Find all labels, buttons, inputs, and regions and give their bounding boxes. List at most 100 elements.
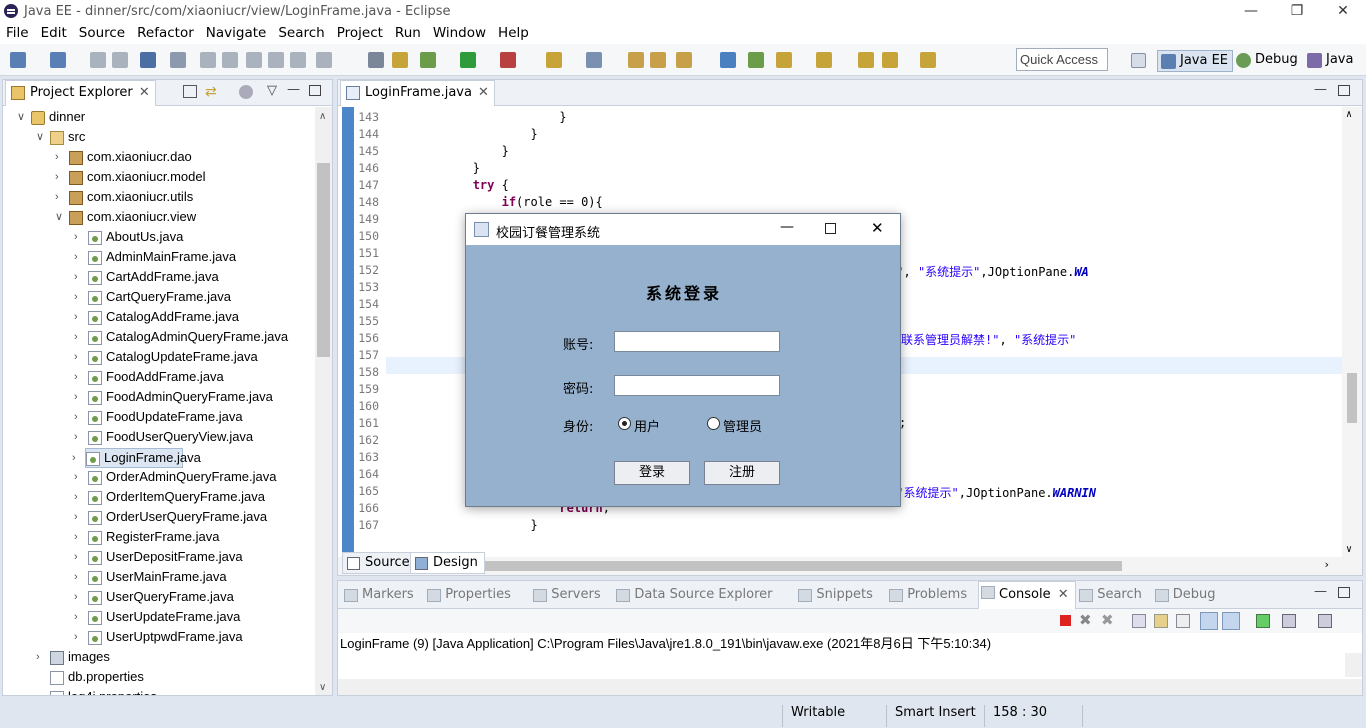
password-input[interactable] (614, 375, 780, 396)
tree-expand-icon[interactable]: › (74, 288, 78, 306)
editor-scroll-down-icon[interactable]: ∨ (1346, 544, 1352, 555)
maximize-console-icon[interactable] (1338, 587, 1350, 598)
maximize-editor-icon[interactable] (1338, 85, 1350, 96)
editor-hscrollbar[interactable]: ‹ › (338, 557, 1362, 575)
tree-expand-icon[interactable]: › (74, 508, 78, 526)
tree-expand-icon[interactable]: › (55, 148, 59, 166)
tree-expand-icon[interactable]: › (55, 188, 59, 206)
tree-expand-icon[interactable]: › (36, 648, 40, 666)
tree-scrollbar[interactable]: ∧ ∨ (315, 107, 332, 695)
collapse-all-icon[interactable] (183, 85, 197, 98)
toolbar-button-icon[interactable] (200, 52, 216, 68)
perspective-debug[interactable]: Debug (1233, 50, 1302, 72)
console-vscrollbar[interactable] (1345, 653, 1362, 677)
login-button[interactable]: 登录 (614, 461, 690, 485)
close-editor-tab-icon[interactable]: ✕ (478, 81, 489, 105)
terminate-icon[interactable] (1060, 615, 1071, 626)
remove-all-launches-icon[interactable]: ✖ (1101, 611, 1114, 629)
editor-scroll-thumb[interactable] (1347, 373, 1357, 423)
tree-expand-icon[interactable]: › (74, 268, 78, 286)
toolbar-button-icon[interactable] (776, 52, 792, 68)
toolbar-button-icon[interactable] (676, 52, 692, 68)
tree-expand-icon[interactable]: › (74, 348, 78, 366)
toolbar-button-icon[interactable] (392, 52, 408, 68)
menu-search[interactable]: Search (272, 24, 330, 42)
tree-expand-icon[interactable]: › (74, 428, 78, 446)
toolbar-button-icon[interactable] (882, 52, 898, 68)
toolbar-button-icon[interactable] (546, 52, 562, 68)
tree-expand-icon[interactable]: ∨ (36, 128, 44, 146)
toolbar-button-icon[interactable] (748, 52, 764, 68)
tree-expand-icon[interactable]: › (74, 528, 78, 546)
register-button[interactable]: 注册 (704, 461, 780, 485)
tab-source[interactable]: Source (342, 552, 417, 574)
display-console-icon[interactable] (1282, 614, 1296, 628)
toolbar-button-icon[interactable] (246, 52, 262, 68)
scroll-up-icon[interactable]: ∧ (319, 111, 326, 122)
role-user-radio[interactable] (618, 417, 631, 430)
tree-expand-icon[interactable]: › (74, 608, 78, 626)
toolbar-button-icon[interactable] (50, 52, 66, 68)
filters-icon[interactable] (239, 85, 253, 99)
toolbar-button-icon[interactable] (112, 52, 128, 68)
tree-expand-icon[interactable]: › (74, 468, 78, 486)
tree-expand-icon[interactable]: › (74, 388, 78, 406)
remove-launch-icon[interactable]: ✖ (1079, 611, 1092, 629)
tree-expand-icon[interactable]: › (74, 568, 78, 586)
menu-file[interactable]: File (0, 24, 35, 42)
menu-refactor[interactable]: Refactor (131, 24, 200, 42)
menu-run[interactable]: Run (389, 24, 427, 42)
tree-expand-icon[interactable]: › (74, 228, 78, 246)
toolbar-button-icon[interactable] (500, 52, 516, 68)
tree-expand-icon[interactable]: › (72, 449, 76, 467)
tab-servers[interactable]: Servers (531, 585, 601, 607)
minimize-view-icon[interactable]: — (287, 82, 300, 97)
show-stdout-icon[interactable] (1200, 612, 1218, 630)
tree-expand-icon[interactable]: › (74, 628, 78, 646)
tree-expand-icon[interactable]: › (55, 168, 59, 186)
tab-markers[interactable]: Markers (342, 585, 414, 607)
tree-expand-icon[interactable]: › (74, 308, 78, 326)
tree-expand-icon[interactable]: › (74, 328, 78, 346)
toolbar-button-icon[interactable] (816, 52, 832, 68)
menu-source[interactable]: Source (73, 24, 131, 42)
toolbar-button-icon[interactable] (140, 52, 156, 68)
toolbar-button-icon[interactable] (290, 52, 306, 68)
link-with-editor-icon[interactable]: ⇄ (205, 84, 221, 100)
tab-loginframe-java[interactable]: LoginFrame.java ✕ (340, 80, 495, 106)
toolbar-button-icon[interactable] (858, 52, 874, 68)
tab-data-source-explorer[interactable]: Data Source Explorer (614, 585, 772, 607)
clear-console-icon[interactable] (1132, 614, 1146, 628)
minimize-console-icon[interactable]: — (1314, 584, 1327, 599)
toolbar-button-icon[interactable] (720, 52, 736, 68)
restore-button[interactable]: ❐ (1274, 0, 1320, 24)
editor-hscroll-thumb[interactable] (406, 561, 1122, 571)
minimize-editor-icon[interactable]: — (1314, 82, 1327, 97)
editor-scroll-right-icon[interactable]: › (1323, 558, 1330, 571)
editor-scroll-up-icon[interactable]: ∧ (1346, 109, 1352, 120)
dialog-close-button[interactable]: ✕ (871, 219, 884, 237)
tree-expand-icon[interactable]: ∨ (17, 108, 25, 126)
tab-problems[interactable]: Problems (887, 585, 967, 607)
show-stderr-icon[interactable] (1222, 612, 1240, 630)
tree-item[interactable]: › LoginFrame.java (72, 448, 201, 468)
tree-expand-icon[interactable]: › (74, 248, 78, 266)
tab-snippets[interactable]: Snippets (796, 585, 873, 607)
pin-console-icon[interactable] (1256, 614, 1270, 628)
word-wrap-icon[interactable] (1176, 614, 1190, 628)
toolbar-button-icon[interactable] (586, 52, 602, 68)
toolbar-button-icon[interactable] (368, 52, 384, 68)
account-input[interactable] (614, 331, 780, 352)
tab-design[interactable]: Design (410, 552, 485, 574)
tree-expand-icon[interactable]: › (74, 408, 78, 426)
menu-edit[interactable]: Edit (35, 24, 73, 42)
open-perspective-button[interactable] (1128, 50, 1150, 72)
scroll-lock-icon[interactable] (1154, 614, 1168, 628)
scroll-down-icon[interactable]: ∨ (319, 682, 326, 693)
quick-access-input[interactable] (1016, 48, 1108, 71)
role-admin-radio[interactable] (707, 417, 720, 430)
toolbar-button-icon[interactable] (650, 52, 666, 68)
dialog-minimize-button[interactable]: — (780, 219, 794, 235)
perspective-java-ee[interactable]: Java EE (1157, 50, 1234, 72)
view-menu-icon[interactable]: ▽ (267, 83, 277, 98)
